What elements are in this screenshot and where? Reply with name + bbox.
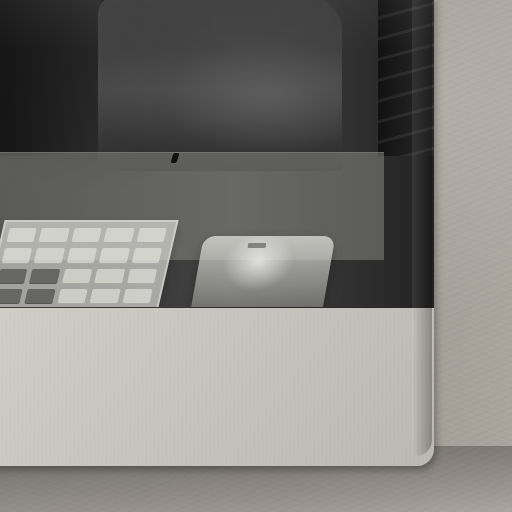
display-dark-area: [0, 0, 102, 156]
keyboard-key: [38, 228, 70, 244]
keyboard-key: [57, 288, 88, 304]
keyboard-key: [29, 268, 61, 284]
keyboard-key: [1, 248, 33, 264]
keyboard-key: [94, 268, 126, 284]
person-silhouette: [98, 0, 342, 171]
mouse-notch: [247, 243, 267, 248]
keyboard-key: [135, 228, 167, 244]
keyboard-key: [103, 228, 135, 244]
screen-bezel: [0, 0, 434, 308]
keyboard-key: [98, 248, 130, 264]
keyboard: [0, 220, 179, 307]
keyboard-key: [61, 268, 93, 284]
photo-scene: [0, 0, 512, 512]
keyboard-key: [121, 288, 153, 304]
keyboard-key: [0, 268, 28, 284]
keyboard-key: [131, 248, 163, 264]
monitor-edge: [412, 0, 432, 456]
keyboard-key: [24, 288, 56, 304]
keyboard-key: [66, 248, 98, 264]
monitor: [0, 0, 434, 466]
keyboard-key: [89, 288, 121, 304]
mouse: [188, 236, 336, 307]
keyboard-key: [126, 268, 158, 284]
keyboard-keys: [0, 228, 167, 304]
keyboard-key: [6, 228, 38, 244]
keyboard-key: [0, 288, 24, 304]
monitor-display: [0, 0, 434, 307]
keyboard-key: [33, 248, 65, 264]
keyboard-key: [71, 228, 102, 244]
